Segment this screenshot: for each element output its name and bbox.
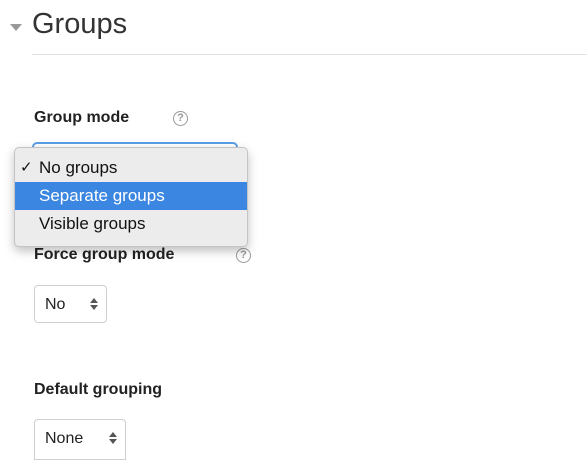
select-arrows-icon <box>90 296 98 312</box>
force-group-mode-value: No <box>45 296 66 313</box>
force-group-mode-help-icon[interactable]: ? <box>236 248 251 263</box>
group-mode-dropdown-menu: ✓ No groups Separate groups Visible grou… <box>14 147 248 247</box>
checkmark-icon: ✓ <box>20 159 33 176</box>
default-grouping-label: Default grouping <box>34 381 162 398</box>
default-grouping-value: None <box>45 430 84 447</box>
dropdown-option-visible-groups[interactable]: Visible groups <box>15 210 247 238</box>
dropdown-option-label: No groups <box>39 158 118 177</box>
select-arrows-icon <box>109 430 117 446</box>
dropdown-option-no-groups[interactable]: ✓ No groups <box>15 154 247 182</box>
group-mode-label: Group mode <box>34 109 130 126</box>
section-title: Groups <box>32 8 128 40</box>
force-group-mode-select[interactable]: No <box>34 285 107 323</box>
force-group-mode-label: Force group mode <box>34 246 175 263</box>
dropdown-option-separate-groups[interactable]: Separate groups <box>15 182 247 210</box>
group-mode-help-icon[interactable]: ? <box>173 111 188 126</box>
default-grouping-select[interactable]: None <box>34 419 126 460</box>
collapse-triangle-icon[interactable] <box>10 24 22 31</box>
dropdown-option-label: Visible groups <box>39 214 146 233</box>
section-divider <box>32 54 587 55</box>
groups-section-header[interactable]: Groups <box>0 0 587 56</box>
groups-settings-page: Groups Group mode ? ✓ No groups Separate… <box>0 0 587 460</box>
dropdown-option-label: Separate groups <box>39 186 165 205</box>
